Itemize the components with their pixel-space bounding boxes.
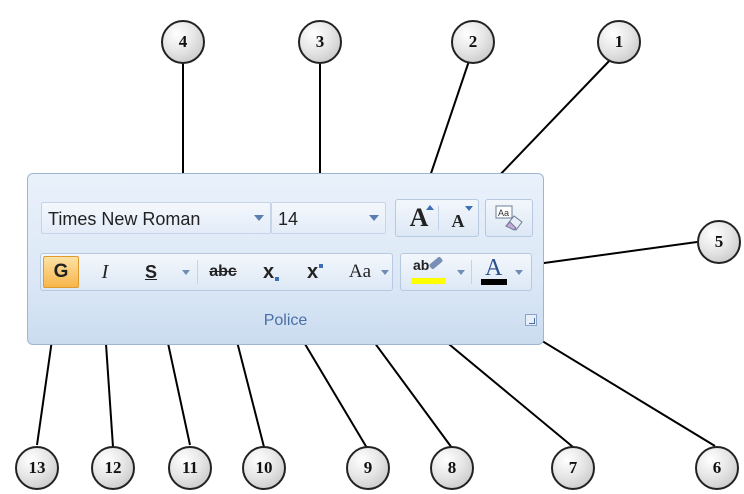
bold-button[interactable]: G: [43, 256, 79, 288]
callout-9: 9: [346, 446, 390, 490]
callout-4: 4: [161, 20, 205, 64]
subscript-icon: x: [262, 260, 275, 283]
callout-7: 7: [551, 446, 595, 490]
superscript-marker: [319, 264, 324, 268]
italic-button[interactable]: I: [87, 256, 123, 288]
font-size-value: 14: [278, 209, 299, 229]
highlight-icon: ab: [413, 257, 430, 273]
strikethrough-button[interactable]: abc: [201, 256, 245, 288]
color-group: ab A: [400, 253, 532, 291]
format-buttons-group: G I S abc x x Aa: [40, 253, 393, 291]
underline-button[interactable]: S: [133, 256, 169, 288]
subscript-marker: [275, 277, 280, 281]
change-case-button[interactable]: Aa: [341, 256, 379, 288]
callout-11: 11: [168, 446, 212, 490]
callout-6: 6: [695, 446, 739, 490]
eraser-icon: Aa: [495, 205, 523, 231]
grow-font-button[interactable]: A: [402, 202, 436, 234]
font-size-combo[interactable]: 14: [271, 202, 386, 234]
callout-13: 13: [15, 446, 59, 490]
callout-12: 12: [91, 446, 135, 490]
svg-text:Aa: Aa: [498, 208, 509, 218]
highlight-dropdown-icon[interactable]: [457, 270, 465, 275]
grow-shrink-group: A A: [395, 199, 479, 237]
font-name-combo[interactable]: Times New Roman: [41, 202, 271, 234]
clear-formatting-group: Aa: [485, 199, 533, 237]
chevron-down-icon[interactable]: [369, 215, 379, 221]
underline-icon: S: [144, 261, 157, 282]
font-color-dropdown-icon[interactable]: [515, 270, 523, 275]
superscript-icon: x: [306, 260, 319, 283]
underline-dropdown-icon[interactable]: [182, 270, 190, 275]
italic-icon: I: [101, 260, 109, 283]
clear-formatting-button[interactable]: Aa: [490, 202, 528, 234]
dialog-launcher-button[interactable]: [525, 314, 537, 326]
superscript-button[interactable]: x: [297, 256, 333, 288]
launcher-icon: [529, 318, 535, 324]
callout-2: 2: [451, 20, 495, 64]
chevron-down-icon[interactable]: [254, 215, 264, 221]
diagram: Times New Roman 14 A A Aa G I S abc x x …: [0, 0, 744, 494]
callout-1: 1: [597, 20, 641, 64]
change-case-dropdown-icon[interactable]: [381, 270, 389, 275]
callout-8: 8: [430, 446, 474, 490]
divider: [471, 260, 472, 284]
group-label: Police: [263, 312, 308, 329]
arrow-down-icon: [465, 206, 473, 211]
highlight-color-bar: [411, 278, 445, 284]
font-name-value: Times New Roman: [48, 209, 201, 229]
arrow-up-icon: [426, 205, 434, 210]
callout-5: 5: [697, 220, 741, 264]
change-case-icon: Aa: [348, 261, 372, 282]
font-color-bar: [481, 279, 507, 285]
pen-icon: [428, 256, 444, 270]
font-ribbon-group: Times New Roman 14 A A Aa G I S abc x x …: [27, 173, 544, 345]
font-color-icon: A: [485, 255, 503, 281]
divider: [197, 260, 198, 284]
font-color-button[interactable]: A: [477, 255, 511, 288]
subscript-button[interactable]: x: [253, 256, 289, 288]
highlight-button[interactable]: ab: [405, 256, 453, 288]
strikethrough-icon: abc: [209, 263, 237, 280]
callout-10: 10: [242, 446, 286, 490]
divider: [438, 206, 439, 230]
shrink-font-button[interactable]: A: [441, 202, 475, 234]
shrink-font-icon: A: [451, 210, 465, 231]
bold-icon: G: [53, 261, 69, 282]
callout-3: 3: [298, 20, 342, 64]
